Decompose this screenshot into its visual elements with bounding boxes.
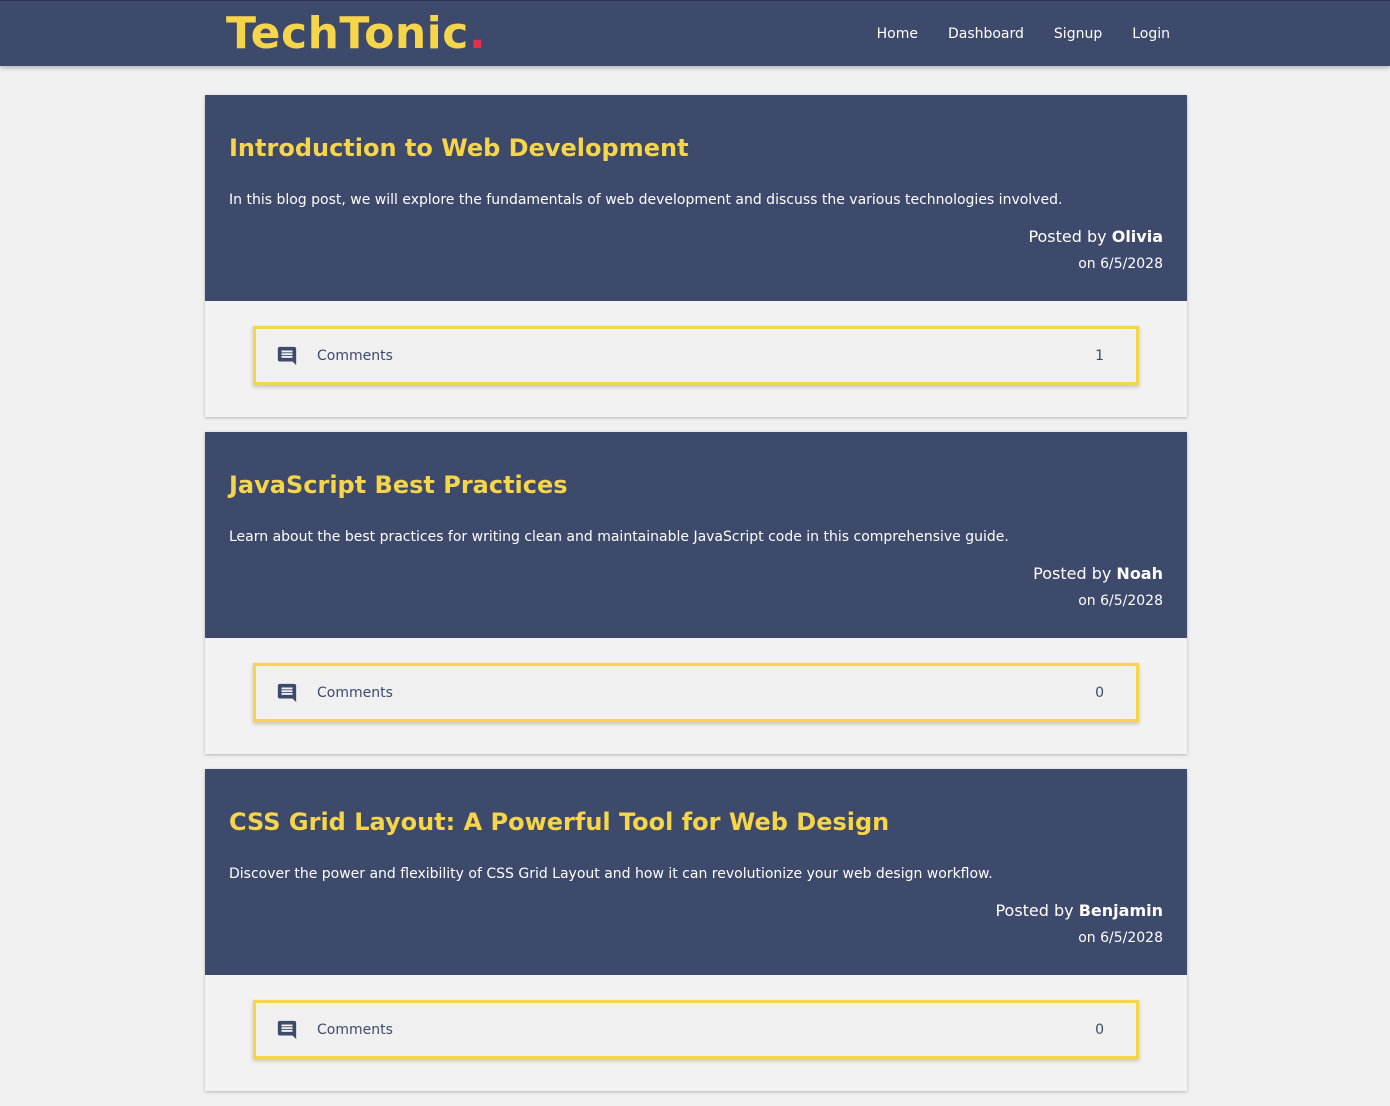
nav-link-login[interactable]: Login	[1132, 26, 1170, 42]
post-meta: Posted by Noah on 6/5/2028	[1033, 564, 1163, 610]
post-author: Noah	[1116, 564, 1163, 583]
post-card: Introduction to Web Development In this …	[205, 95, 1187, 417]
post-footer: Comments 0	[205, 975, 1187, 1091]
post-header[interactable]: JavaScript Best Practices Learn about th…	[205, 432, 1187, 638]
post-author: Olivia	[1111, 227, 1163, 246]
nav-link-signup[interactable]: Signup	[1054, 26, 1102, 42]
post-meta: Posted by Olivia on 6/5/2028	[1028, 227, 1163, 273]
comments-label: Comments	[317, 684, 393, 701]
posted-by: Posted by Noah	[1033, 564, 1163, 584]
posted-by: Posted by Benjamin	[995, 901, 1163, 921]
post-date: on 6/5/2028	[1078, 930, 1163, 946]
comments-count: 0	[1095, 684, 1104, 701]
post-header[interactable]: CSS Grid Layout: A Powerful Tool for Web…	[205, 769, 1187, 975]
post-title[interactable]: JavaScript Best Practices	[229, 470, 1163, 500]
post-summary: Learn about the best practices for writi…	[229, 529, 1009, 545]
post-feed: Introduction to Web Development In this …	[205, 95, 1187, 1106]
post-summary: In this blog post, we will explore the f…	[229, 192, 1063, 208]
comments-count: 0	[1095, 1021, 1104, 1038]
post-card: CSS Grid Layout: A Powerful Tool for Web…	[205, 769, 1187, 1091]
post-summary: Discover the power and flexibility of CS…	[229, 866, 993, 882]
comments-button[interactable]: Comments 1	[253, 326, 1139, 385]
post-header[interactable]: Introduction to Web Development In this …	[205, 95, 1187, 301]
posted-by-prefix: Posted by	[1033, 564, 1112, 583]
posted-by-prefix: Posted by	[995, 901, 1074, 920]
post-footer: Comments 0	[205, 638, 1187, 754]
brand-logo[interactable]: TechTonic.	[226, 7, 486, 61]
post-card: JavaScript Best Practices Learn about th…	[205, 432, 1187, 754]
nav-link-dashboard[interactable]: Dashboard	[948, 26, 1024, 42]
post-date: on 6/5/2028	[1078, 593, 1163, 609]
post-date: on 6/5/2028	[1078, 256, 1163, 272]
post-title[interactable]: Introduction to Web Development	[229, 133, 1163, 163]
posted-by-prefix: Posted by	[1028, 227, 1107, 246]
post-author: Benjamin	[1078, 901, 1163, 920]
comment-icon	[276, 1019, 298, 1041]
posted-by: Posted by Olivia	[1028, 227, 1163, 247]
top-navbar: TechTonic. Home Dashboard Signup Login	[0, 0, 1390, 66]
comments-button[interactable]: Comments 0	[253, 1000, 1139, 1059]
comments-button[interactable]: Comments 0	[253, 663, 1139, 722]
comments-label: Comments	[317, 347, 393, 364]
comment-icon	[276, 682, 298, 704]
post-meta: Posted by Benjamin on 6/5/2028	[995, 901, 1163, 947]
post-title[interactable]: CSS Grid Layout: A Powerful Tool for Web…	[229, 807, 1163, 837]
comments-count: 1	[1095, 347, 1104, 364]
brand-name: TechTonic	[226, 8, 469, 59]
comments-label: Comments	[317, 1021, 393, 1038]
brand-dot: .	[468, 8, 487, 59]
nav-menu: Home Dashboard Signup Login	[847, 1, 1170, 67]
nav-link-home[interactable]: Home	[877, 26, 918, 42]
comment-icon	[276, 345, 298, 367]
post-footer: Comments 1	[205, 301, 1187, 417]
